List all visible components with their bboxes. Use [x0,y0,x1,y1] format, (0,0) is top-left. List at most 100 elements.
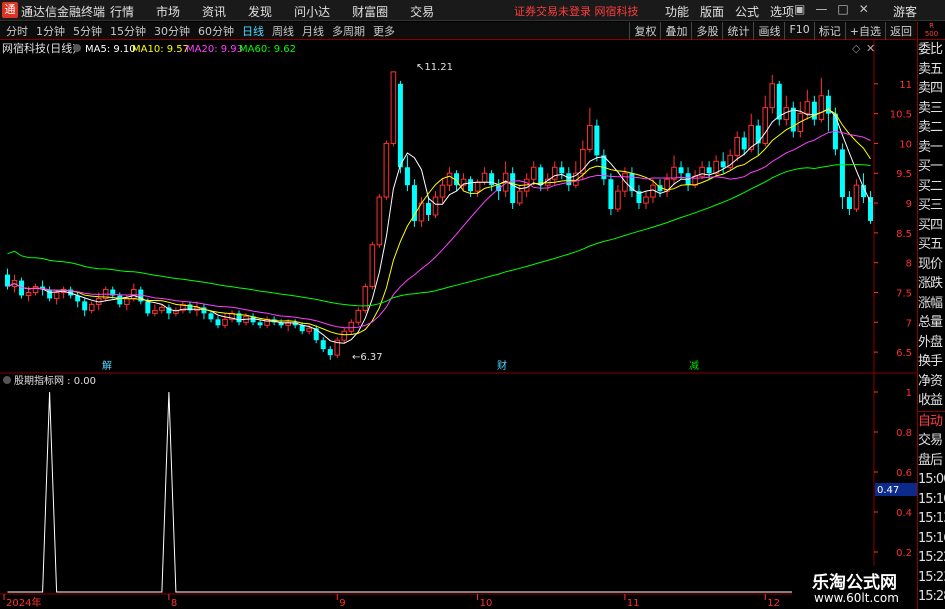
candle-body [425,203,431,215]
menu-item-discover[interactable]: 发现 [248,3,272,20]
menu-item-trade[interactable]: 交易 [410,3,434,20]
sub-tick-label: 0.8 [896,428,912,439]
guest-button[interactable]: 游客 [893,3,917,20]
candle-body [123,297,130,305]
period-tab-8[interactable]: 月线 [298,23,328,39]
period-tab-2[interactable]: 5分钟 [69,23,106,39]
date-tick-label: 9 [339,598,345,609]
sub-panel-menu-icon[interactable] [3,376,11,384]
ma-lines [7,108,871,344]
candle [594,119,600,162]
tool-button-6[interactable]: 标记 [813,22,845,40]
candle-body [376,196,383,246]
candle [383,140,390,201]
candle-body [47,289,53,299]
candle-body [257,322,263,326]
candle [727,149,733,171]
period-tab-4[interactable]: 30分钟 [150,23,194,39]
candle [229,310,235,323]
candle [502,161,509,198]
close-icon[interactable]: ✕ [859,2,869,16]
window-controls: ▣ — □ ✕ [794,2,869,16]
app-logo-icon: 通 [2,2,18,18]
tool-button-1[interactable]: 叠加 [660,22,691,40]
candle-body [741,137,747,150]
period-tab-7[interactable]: 周线 [268,23,298,39]
period-tab-1[interactable]: 1分钟 [32,23,69,39]
period-tab-6[interactable]: 日线 [238,23,268,39]
tool-button-3[interactable]: 统计 [722,22,753,40]
candle [811,95,817,126]
tool-button-5[interactable]: F10 [784,22,813,40]
tool-button-4[interactable]: 画线 [753,22,784,40]
candle-body [516,190,523,204]
chart-area[interactable]: 6.5 7 7.5 8 8.5 9 9.5 10 10.5 11 0.2 0.4 0.6 0.8 1 0.4… [0,40,917,609]
collapse-icon[interactable]: ✕ [866,42,875,55]
price-tick-label: 7 [906,318,912,329]
maximize-icon[interactable]: □ [837,2,848,16]
date-axis: 2024年 8 9 10 11 12 [3,594,780,609]
period-tab-5[interactable]: 60分钟 [194,23,238,39]
candle [425,197,431,221]
panel-menu-icon[interactable] [73,44,81,52]
candle-body [769,83,776,109]
quote-field-13: 涨幅 [918,295,943,311]
tick-field-8: 15:23 [918,569,945,585]
candle-body [327,349,333,356]
candle-body [306,327,313,332]
quote-field-14: 总量 [918,315,943,330]
date-tick-label: 8 [171,598,177,609]
candle-body [130,289,137,299]
event-marker-reduce[interactable]: 减 [689,360,699,372]
candle-body [117,295,123,305]
candle [818,77,825,123]
menu-item-layout[interactable]: 版面 [700,3,724,20]
menu-item-function[interactable]: 功能 [665,3,689,20]
tool-button-8[interactable]: 返回 [885,22,916,40]
quote-field-2: 卖四 [918,81,943,96]
tool-button-2[interactable]: 多股 [691,22,722,40]
menu-item-formula[interactable]: 公式 [735,3,759,20]
menu-item-quotes[interactable]: 行情 [110,3,134,20]
period-tab-10[interactable]: 更多 [369,23,399,39]
ma60-label: MA60: 9.62 [239,44,296,55]
menu-item-market[interactable]: 市场 [156,3,180,20]
tool-button-7[interactable]: +自选 [844,22,885,40]
event-marker-unlock[interactable]: 解 [102,359,112,372]
candle [411,179,417,227]
tick-field-5: 15:13 [918,511,945,526]
quote-field-4: 卖二 [918,120,943,135]
quote-field-15: 外盘 [918,334,943,350]
minimize-icon[interactable]: — [815,2,827,16]
candle-body [699,166,705,177]
quote-field-3: 卖三 [918,100,943,116]
candle [397,80,403,174]
candle-body [643,196,649,204]
period-tab-9[interactable]: 多周期 [328,23,369,39]
candle [664,173,670,198]
candle [404,155,410,192]
event-marker-finance[interactable]: 财 [497,359,507,372]
period-tab-0[interactable]: 分时 [2,23,32,39]
price-tick-label: 6.5 [896,348,912,359]
period-tab-3[interactable]: 15分钟 [106,23,150,39]
quote-field-12: 涨跌 [918,276,943,291]
tool-buttons: 复权 叠加 多股 统计 画线 F10 标记 +自选 返回 [629,22,916,40]
price-tick-label: 9.5 [896,169,912,180]
quote-header: R 500 [918,22,945,40]
menu-item-ask[interactable]: 问小达 [294,3,330,20]
diamond-icon[interactable]: ◇ [852,42,861,55]
menu-item-options[interactable]: 选项 [770,3,794,20]
candle-body [846,197,852,210]
candle [110,286,116,299]
tool-button-0[interactable]: 复权 [629,22,660,40]
candle-body [355,309,362,323]
candle [783,95,790,126]
help-icon[interactable]: ▣ [794,2,805,16]
ma10-line [7,108,871,336]
menu-item-wealth[interactable]: 财富圈 [352,3,388,20]
menu-item-news[interactable]: 资讯 [202,3,226,20]
candle-body [348,321,355,332]
tick-field-7: 15:22 [918,550,945,565]
candle [446,167,453,192]
